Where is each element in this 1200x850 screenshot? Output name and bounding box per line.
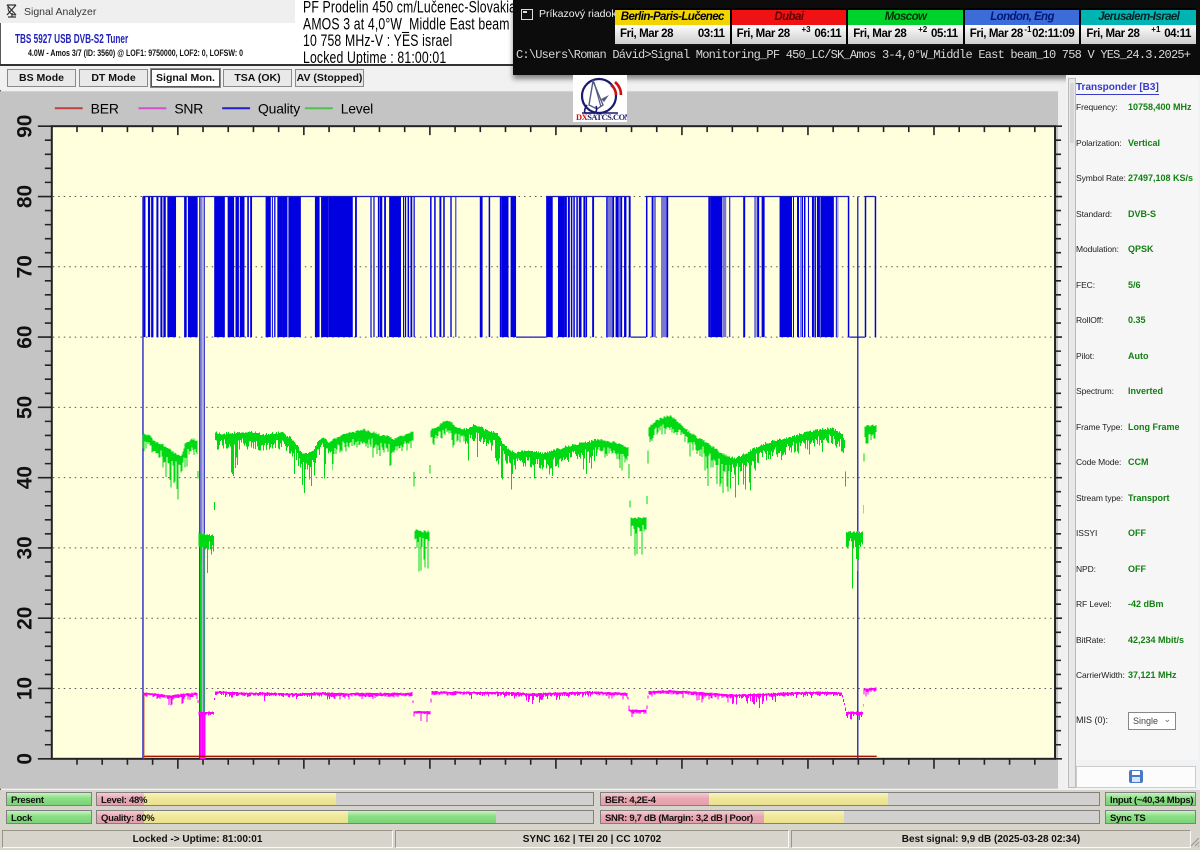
svg-text:70: 70 (13, 255, 36, 278)
svg-text:0: 0 (13, 753, 36, 765)
svg-text:Quality: Quality (258, 101, 300, 117)
svg-text:Level: Level (341, 101, 373, 117)
svg-text:50: 50 (13, 396, 36, 419)
svg-text:30: 30 (13, 536, 36, 559)
svg-text:80: 80 (13, 185, 36, 208)
svg-text:DXSATCS.COM: DXSATCS.COM (576, 113, 627, 122)
svg-text:BER: BER (91, 101, 119, 117)
svg-text:90: 90 (13, 115, 36, 138)
svg-text:10: 10 (13, 677, 36, 700)
svg-text:SNR: SNR (174, 101, 203, 117)
svg-text:40: 40 (13, 466, 36, 489)
svg-text:60: 60 (13, 325, 36, 348)
svg-text:20: 20 (13, 607, 36, 630)
